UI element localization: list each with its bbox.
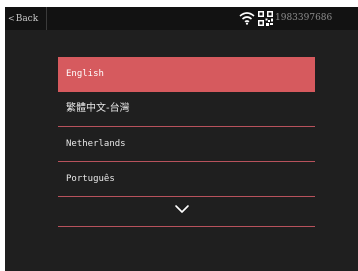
chevron-left-icon: <	[8, 14, 15, 23]
language-screen: <Back 1983397686 English 繁體中文-台灣 Netherl…	[5, 7, 358, 271]
language-list: English 繁體中文-台灣 Netherlands Português	[58, 57, 315, 227]
back-label: Back	[15, 14, 39, 24]
language-item-traditional-chinese[interactable]: 繁體中文-台灣	[58, 92, 315, 127]
language-item-english[interactable]: English	[58, 57, 315, 92]
language-label: 繁體中文-台灣	[66, 103, 130, 114]
top-bar: <Back 1983397686	[5, 7, 358, 30]
wifi-icon	[239, 12, 255, 25]
language-label: Português	[66, 174, 115, 184]
language-item-netherlands[interactable]: Netherlands	[58, 127, 315, 162]
back-button[interactable]: <Back	[5, 7, 47, 30]
device-serial: 1983397686	[275, 13, 333, 23]
language-item-portugues[interactable]: Português	[58, 162, 315, 197]
more-languages-button[interactable]	[58, 197, 315, 227]
language-label: Netherlands	[66, 139, 126, 149]
qr-code-icon[interactable]	[258, 11, 273, 26]
chevron-down-icon	[175, 205, 189, 213]
language-label: English	[66, 69, 104, 79]
